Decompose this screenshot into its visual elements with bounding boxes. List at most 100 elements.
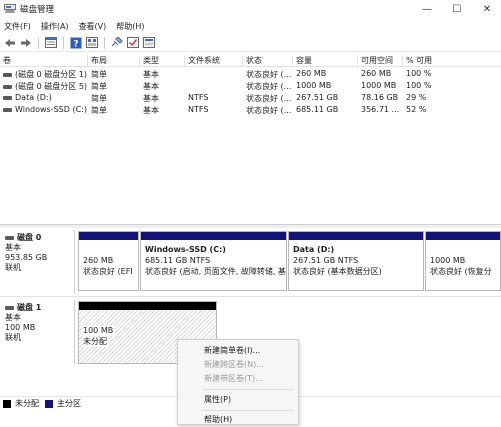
disk-icon (5, 305, 14, 310)
back-arrow-icon[interactable] (3, 36, 17, 50)
close-button[interactable]: ✕ (473, 0, 501, 18)
menu-file[interactable]: 文件(F) (4, 21, 31, 32)
disk-divider (74, 230, 75, 294)
menu-bar: 文件(F) 操作(A) 查看(V) 帮助(H) (0, 18, 501, 34)
menu-action[interactable]: 操作(A) (41, 21, 69, 32)
menu-help[interactable]: 帮助(H) (116, 21, 144, 32)
help-icon[interactable]: ? (69, 36, 83, 50)
menu-new-simple-volume[interactable]: 新建简单卷(I)... (178, 344, 298, 358)
unallocated-bar (79, 302, 216, 310)
status-cell: 状态良好 (... (246, 94, 292, 103)
volume-name: (磁盘 0 磁盘分区 5) (15, 82, 88, 91)
partition-windows-ssd[interactable]: Windows-SSD (C:) 685.11 GB NTFS 状态良好 (启动… (140, 231, 287, 291)
toolbar-separator (104, 36, 105, 49)
disk-size: 953.85 GB (5, 253, 48, 262)
disk-status: 联机 (5, 263, 21, 272)
minimize-button[interactable]: — (413, 0, 441, 18)
title-bar: 磁盘管理 — ☐ ✕ (0, 0, 501, 18)
legend-primary: 主分区 (57, 399, 81, 408)
layout-cell: 简单 (91, 106, 107, 115)
partition-data[interactable]: Data (D:) 267.51 GB NTFS 状态良好 (基本数据分区) (288, 231, 424, 291)
volume-name-cell: Windows-SSD (C:) (0, 105, 88, 114)
capacity-cell: 267.51 GB (296, 93, 339, 102)
disk-0-name-row: 磁盘 0 (5, 233, 73, 243)
unallocated-swatch (3, 399, 11, 408)
legend-unallocated: 未分配 (15, 399, 39, 408)
volume-table: 卷 布局 类型 文件系统 状态 容量 可用空间 % 可用 (磁盘 0 磁盘分区 … (0, 54, 501, 224)
drive-icon (3, 107, 12, 112)
drive-icon (3, 84, 12, 89)
disk-list-icon[interactable] (44, 36, 58, 50)
partition-name: Data (D:) (293, 245, 335, 254)
primary-partition-bar (141, 232, 286, 240)
percent-free-cell: 52 % (406, 105, 427, 114)
disk-name: 磁盘 1 (17, 303, 42, 312)
disk-type: 基本 (5, 243, 21, 252)
properties-icon[interactable] (85, 36, 99, 50)
context-menu: 新建简单卷(I)... 新建跨区卷(N)... 新建带区卷(T)... 属性(P… (177, 339, 299, 425)
capacity-cell: 260 MB (296, 69, 327, 78)
volume-name: (磁盘 0 磁盘分区 1) (15, 70, 88, 79)
layout-cell: 简单 (91, 70, 107, 79)
table-row[interactable]: Data (D:) 简单 基本 NTFS 状态良好 (... 267.51 GB… (0, 92, 501, 104)
free-space-cell: 260 MB (361, 69, 392, 78)
disk-status: 联机 (5, 333, 21, 342)
capacity-cell: 1000 MB (296, 81, 332, 90)
check-icon[interactable] (126, 36, 140, 50)
column-header-status[interactable]: 状态 (243, 55, 293, 66)
drive-icon (3, 72, 12, 77)
column-header-free-space[interactable]: 可用空间 (358, 55, 403, 66)
volume-name: Data (D:) (15, 93, 52, 102)
menu-separator (202, 389, 294, 390)
filesystem-cell: NTFS (188, 93, 209, 102)
maximize-button[interactable]: ☐ (443, 0, 471, 18)
percent-free-cell: 100 % (406, 69, 432, 78)
menu-new-striped-volume[interactable]: 新建带区卷(T)... (178, 372, 298, 386)
disk-size: 100 MB (5, 323, 36, 332)
forward-arrow-icon[interactable] (19, 36, 33, 50)
table-row[interactable]: (磁盘 0 磁盘分区 1) 简单 基本 状态良好 (... 260 MB 260… (0, 68, 501, 80)
primary-partition-bar (289, 232, 423, 240)
toolbar-separator (38, 36, 39, 49)
column-header-type[interactable]: 类型 (140, 55, 185, 66)
volume-name-cell: (磁盘 0 磁盘分区 5) (0, 81, 88, 92)
status-cell: 状态良好 (... (246, 82, 292, 91)
volume-name: Windows-SSD (C:) (15, 105, 87, 114)
column-header-volume[interactable]: 卷 (0, 55, 88, 66)
partition-recovery[interactable]: 1000 MB 状态良好 (恢复分 (425, 231, 501, 291)
primary-swatch (45, 399, 53, 408)
partition-status: 状态良好 (EFI (83, 267, 133, 276)
toolbar: ? (0, 34, 501, 52)
disk-1-name-row: 磁盘 1 (5, 303, 73, 313)
svg-text:?: ? (73, 39, 78, 49)
free-space-cell: 356.71 ... (361, 105, 400, 114)
column-header-filesystem[interactable]: 文件系统 (185, 55, 243, 66)
column-header-layout[interactable]: 布局 (88, 55, 140, 66)
column-header-capacity[interactable]: 容量 (293, 55, 358, 66)
type-cell: 基本 (143, 82, 159, 91)
partition-size: 685.11 GB NTFS (145, 256, 211, 265)
volume-table-header: 卷 布局 类型 文件系统 状态 容量 可用空间 % 可用 (0, 54, 501, 67)
menu-properties[interactable]: 属性(P) (178, 393, 298, 407)
connect-icon[interactable] (110, 36, 124, 50)
type-cell: 基本 (143, 94, 159, 103)
table-row[interactable]: (磁盘 0 磁盘分区 5) 简单 基本 状态良好 (... 1000 MB 10… (0, 80, 501, 92)
menu-separator (202, 410, 294, 411)
type-cell: 基本 (143, 70, 159, 79)
disk-1-label[interactable]: 磁盘 1 基本 100 MB 联机 (5, 303, 73, 343)
partition-size: 100 MB (83, 326, 116, 336)
partition-status: 状态良好 (基本数据分区) (293, 267, 382, 276)
layout-cell: 简单 (91, 82, 107, 91)
table-row[interactable]: Windows-SSD (C:) 简单 基本 NTFS 状态良好 (... 68… (0, 104, 501, 116)
menu-view[interactable]: 查看(V) (79, 21, 107, 32)
view-icon[interactable] (142, 36, 156, 50)
layout-cell: 简单 (91, 94, 107, 103)
window-title: 磁盘管理 (20, 5, 55, 15)
partition-efi[interactable]: 260 MB 状态良好 (EFI (78, 231, 139, 291)
disk-0-label[interactable]: 磁盘 0 基本 953.85 GB 联机 (5, 233, 73, 273)
partition-name: Windows-SSD (C:) (145, 245, 226, 254)
menu-new-spanned-volume[interactable]: 新建跨区卷(N)... (178, 358, 298, 372)
primary-partition-bar (426, 232, 500, 240)
partition-size: 260 MB (83, 256, 114, 265)
column-header-percent-free[interactable]: % 可用 (403, 55, 501, 66)
